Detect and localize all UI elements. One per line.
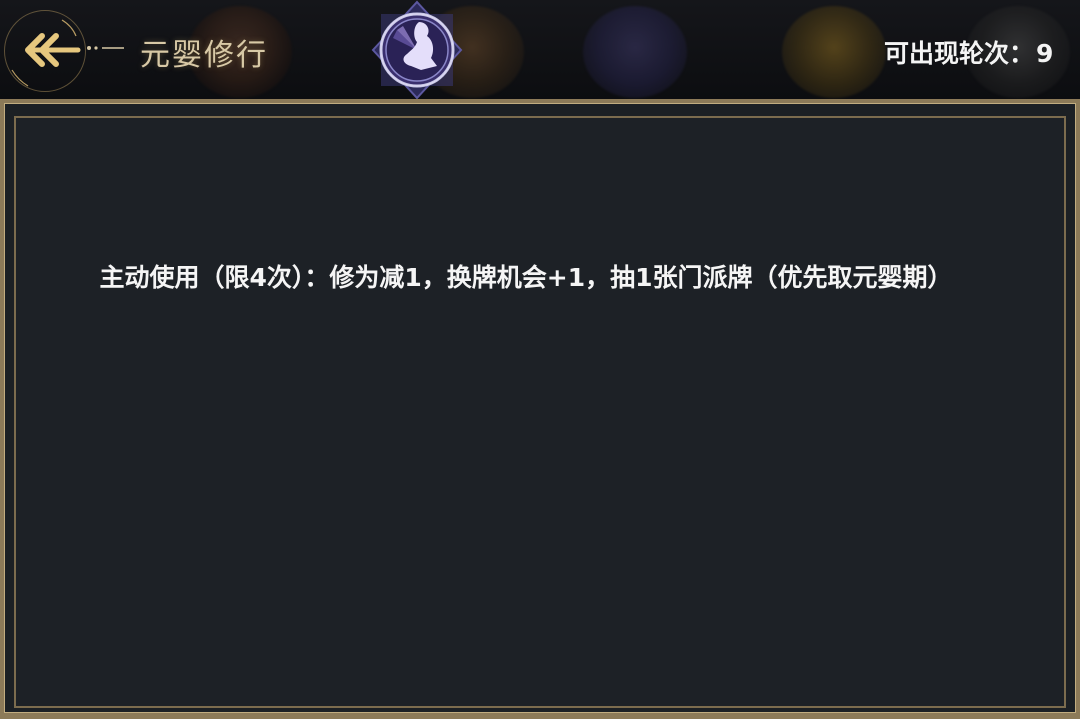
back-button[interactable]	[2, 8, 90, 94]
game-screen: 元婴修行 可出现轮次：9 主动使用（限4次）：修为减1，换牌机会+1，抽1张门派…	[0, 0, 1080, 719]
page-title: 元婴修行	[140, 38, 268, 73]
round-counter: 可出现轮次：9	[884, 34, 1053, 70]
round-counter-label: 可出现轮次：	[884, 39, 1035, 68]
background-card-orb	[583, 6, 687, 98]
round-counter-value: 9	[1036, 39, 1054, 68]
background-card-orb	[782, 6, 886, 98]
top-bar: 元婴修行 可出现轮次：9	[0, 0, 1080, 100]
title-divider-decoration	[87, 46, 124, 50]
card-description-text: 主动使用（限4次）：修为减1，换牌机会+1，抽1张门派牌（优先取元婴期）	[99, 263, 953, 292]
back-arrow-icon	[11, 19, 81, 87]
description-panel-frame	[0, 99, 1080, 719]
card-emblem-icon[interactable]	[367, 0, 467, 100]
description-panel	[14, 116, 1066, 708]
